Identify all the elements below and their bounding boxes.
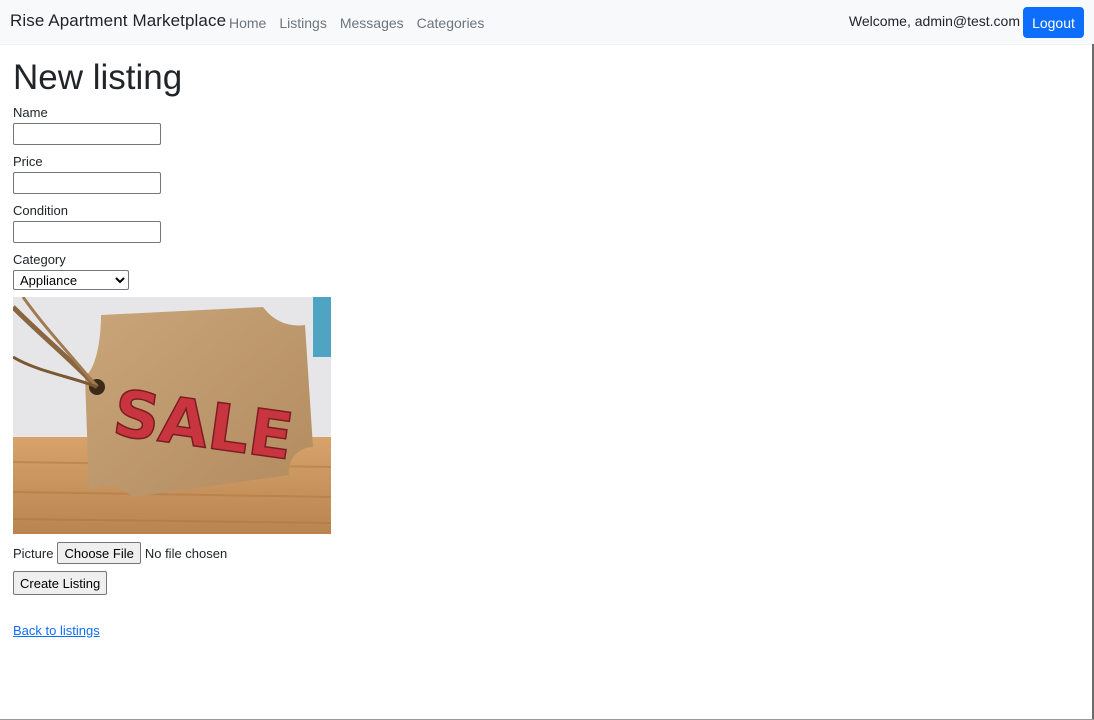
nav-link-categories[interactable]: Categories <box>417 15 485 31</box>
choose-file-button[interactable]: Choose File <box>57 542 141 564</box>
picture-label: Picture <box>13 545 54 561</box>
nav-links: Home Listings Messages Categories <box>229 15 484 31</box>
new-listing-form-area: New listing Name Price Condition Categor… <box>13 56 182 290</box>
create-listing-button[interactable]: Create Listing <box>13 571 108 595</box>
picture-field-row: Picture Choose File No file chosen <box>13 542 227 564</box>
price-label: Price <box>13 154 43 169</box>
category-select[interactable]: Appliance <box>13 270 129 290</box>
picture-preview-image: SALE <box>13 297 331 534</box>
file-status-text: No file chosen <box>144 545 228 561</box>
logout-button[interactable]: Logout <box>1023 7 1084 38</box>
condition-field[interactable] <box>13 221 161 243</box>
nav-link-messages[interactable]: Messages <box>340 15 404 31</box>
condition-label: Condition <box>13 203 68 218</box>
navbar: Rise Apartment Marketplace Home Listings… <box>0 0 1094 45</box>
back-to-listings-link[interactable]: Back to listings <box>13 623 100 638</box>
page-title: New listing <box>13 58 183 97</box>
price-field[interactable] <box>13 172 161 194</box>
name-label: Name <box>13 105 48 120</box>
category-label: Category <box>13 252 66 267</box>
nav-link-listings[interactable]: Listings <box>279 15 326 31</box>
nav-link-home[interactable]: Home <box>229 15 266 31</box>
welcome-text: Welcome, admin@test.com <box>848 13 1020 29</box>
brand-link[interactable]: Rise Apartment Marketplace <box>10 11 226 31</box>
name-field[interactable] <box>13 123 161 145</box>
